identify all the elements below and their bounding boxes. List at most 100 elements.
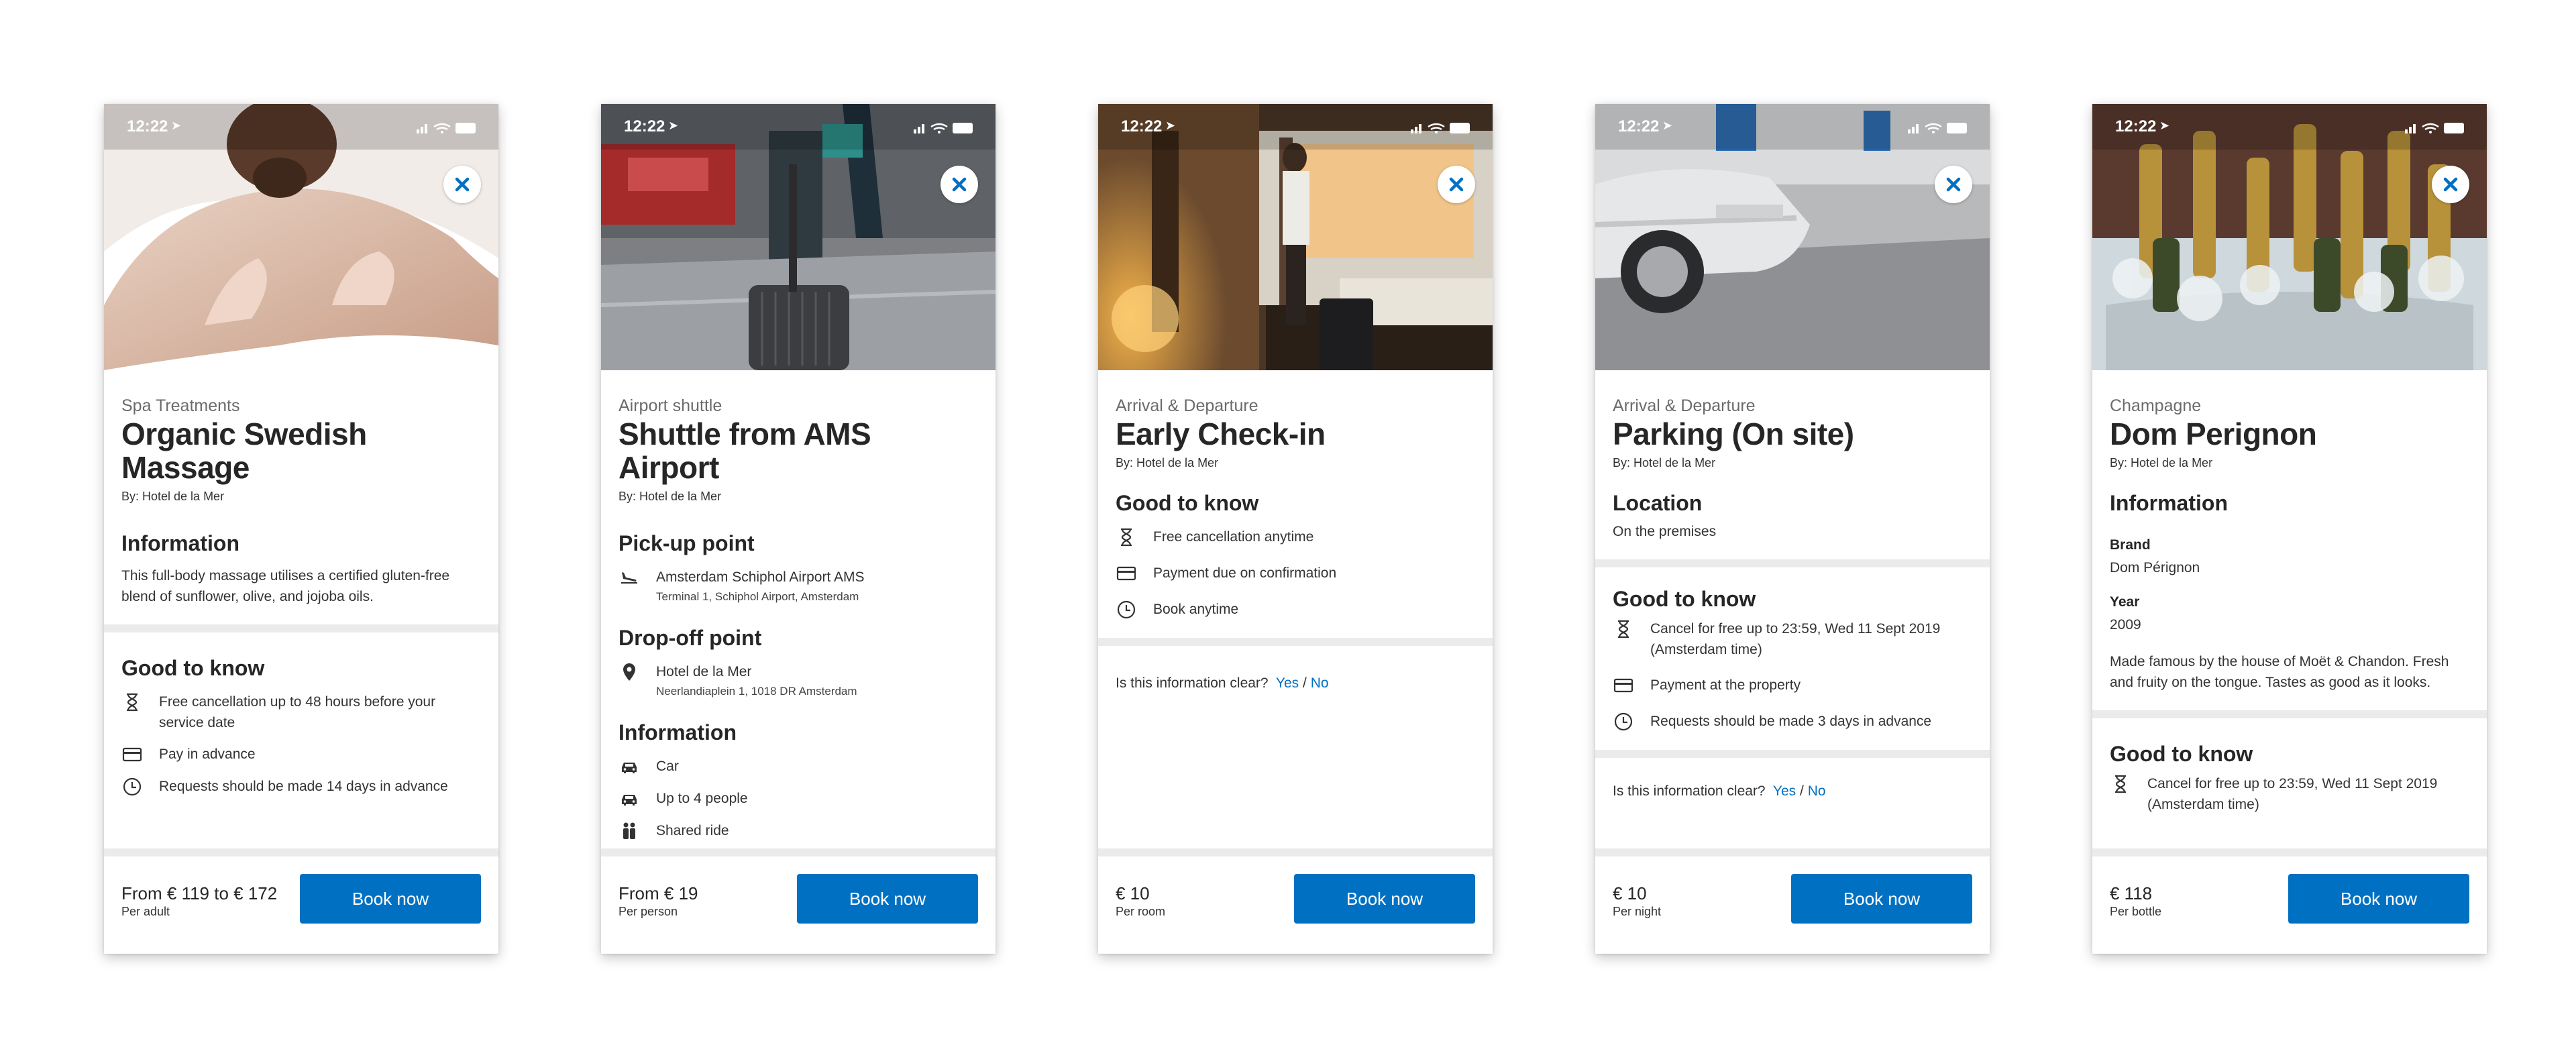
list-item-text: Pay in advance [159,746,256,762]
list-item-text: Requests should be made 3 days in advanc… [1650,714,1932,729]
status-time: 12:22 [2115,117,2157,135]
provider-label: By: Hotel de la Mer [1116,456,1219,469]
list-item-text: Book anytime [1153,602,1239,617]
category-label: Spa Treatments [121,396,240,415]
hero-image-massage: 12:22 ➤ [104,104,498,370]
hourglass-icon [121,691,143,713]
car-icon [619,788,640,810]
list-item: Cancel for free up to 23:59, Wed 11 Sept… [1613,618,1972,660]
list-item: Requests should be made 14 days in advan… [121,776,481,797]
map-pin-icon [619,661,640,683]
list-item: Up to 4 people [619,788,978,810]
feedback-no-link[interactable]: No [1311,675,1329,691]
hero-image-parking: 12:22 ➤ [1595,104,1990,370]
credit-card-icon [1613,675,1634,696]
price-label: From € 19 [619,883,698,903]
close-icon [453,175,472,194]
feedback-no-link[interactable]: No [1808,783,1826,799]
close-button[interactable] [1935,166,1972,203]
information-text: Made famous by the house of Moët & Chand… [2110,654,2449,690]
airplane-landing-icon [619,567,640,588]
booking-footer: € 10 Per room Book now [1098,848,1493,954]
section-divider [1098,638,1493,646]
category-label: Champagne [2110,396,2202,415]
hero-image-shuttle: 12:22 ➤ [601,104,996,370]
list-item-text: Car [656,759,679,774]
signal-wifi-battery-icon [914,123,973,133]
section-divider [2092,710,2487,718]
list-item: Requests should be made 3 days in advanc… [1613,711,1972,732]
title-line-2: Airport [619,450,719,485]
page-title: Shuttle from AMS Airport [619,417,978,484]
list-item-text: Free cancellation anytime [1153,529,1314,545]
book-now-button[interactable]: Book now [797,874,978,924]
hourglass-icon [1613,618,1634,640]
information-heading: Information [121,531,239,555]
list-item: Payment due on confirmation [1116,563,1475,584]
list-item: Payment at the property [1613,675,1972,696]
price-label: € 10 [1116,883,1150,903]
close-button[interactable] [941,166,978,203]
status-bar: 12:22 ➤ [104,104,498,150]
dropoff-heading: Drop-off point [619,626,762,650]
good-to-know-heading: Good to know [2110,742,2253,766]
hourglass-icon [2110,773,2131,795]
page-title: Early Check-in [1116,417,1326,451]
price-unit: Per adult [121,905,170,918]
information-text: This full-body massage utilises a certif… [121,568,450,604]
book-now-button[interactable]: Book now [1294,874,1475,924]
close-button[interactable] [2432,166,2469,203]
list-item-text: Payment due on confirmation [1153,565,1337,581]
section-divider [1595,559,1990,567]
section-divider [1595,750,1990,758]
book-now-button[interactable]: Book now [1791,874,1972,924]
title-line-2: Massage [121,450,250,485]
status-time: 12:22 [624,117,665,135]
location-arrow-icon: ➤ [2159,119,2170,132]
credit-card-icon [121,744,143,765]
list-item-text: Up to 4 people [656,791,748,806]
good-to-know-heading: Good to know [121,656,265,680]
close-button[interactable] [1438,166,1475,203]
close-icon [2441,175,2460,194]
list-item: Shared ride [619,820,978,842]
hero-image-champagne: 12:22 ➤ [2092,104,2487,370]
phone-screen-early-checkin: 12:22 ➤ Arrival & Departure Early Check-… [1098,104,1493,954]
feedback-yes-link[interactable]: Yes [1773,783,1796,799]
signal-wifi-battery-icon [2405,123,2464,133]
people-icon [619,820,640,842]
good-to-know-heading: Good to know [1613,587,1756,611]
status-bar: 12:22 ➤ [1595,104,1990,150]
category-label: Airport shuttle [619,396,722,415]
list-item: Book anytime [1116,599,1475,620]
list-item: Car [619,756,978,777]
status-time: 12:22 [1121,117,1163,135]
location-arrow-icon: ➤ [171,119,182,132]
price-unit: Per room [1116,905,1166,918]
dropoff-address: Neerlandiaplein 1, 1018 DR Amsterdam [656,685,857,698]
information-heading: Information [619,720,737,744]
provider-label: By: Hotel de la Mer [2110,456,2213,469]
close-icon [1944,175,1963,194]
list-item: Free cancellation anytime [1116,526,1475,548]
booking-footer: € 10 Per night Book now [1595,848,1990,954]
book-now-button[interactable]: Book now [300,874,481,924]
feedback-yes-link[interactable]: Yes [1276,675,1299,691]
price-label: From € 119 to € 172 [121,883,278,903]
signal-wifi-battery-icon [1411,123,1470,133]
brand-value: Dom Pérignon [2110,560,2200,575]
hero-image-checkin: 12:22 ➤ [1098,104,1493,370]
close-button[interactable] [443,166,481,203]
location-arrow-icon: ➤ [1165,119,1176,132]
status-time: 12:22 [127,117,168,135]
list-item-text: Cancel for free up to 23:59, Wed 11 Sept… [2147,776,2438,812]
pickup-address: Terminal 1, Schiphol Airport, Amsterdam [656,590,859,603]
pickup-location: Amsterdam Schiphol Airport AMS Terminal … [619,567,978,606]
phone-screen-shuttle: 12:22 ➤ Airport shuttle Shuttle from AMS… [601,104,996,954]
list-item-text: Requests should be made 14 days in advan… [159,779,448,794]
close-icon [950,175,969,194]
information-heading: Information [2110,491,2228,515]
booking-footer: € 118 Per bottle Book now [2092,848,2487,954]
list-item-text: Cancel for free up to 23:59, Wed 11 Sept… [1650,621,1941,657]
book-now-button[interactable]: Book now [2288,874,2469,924]
